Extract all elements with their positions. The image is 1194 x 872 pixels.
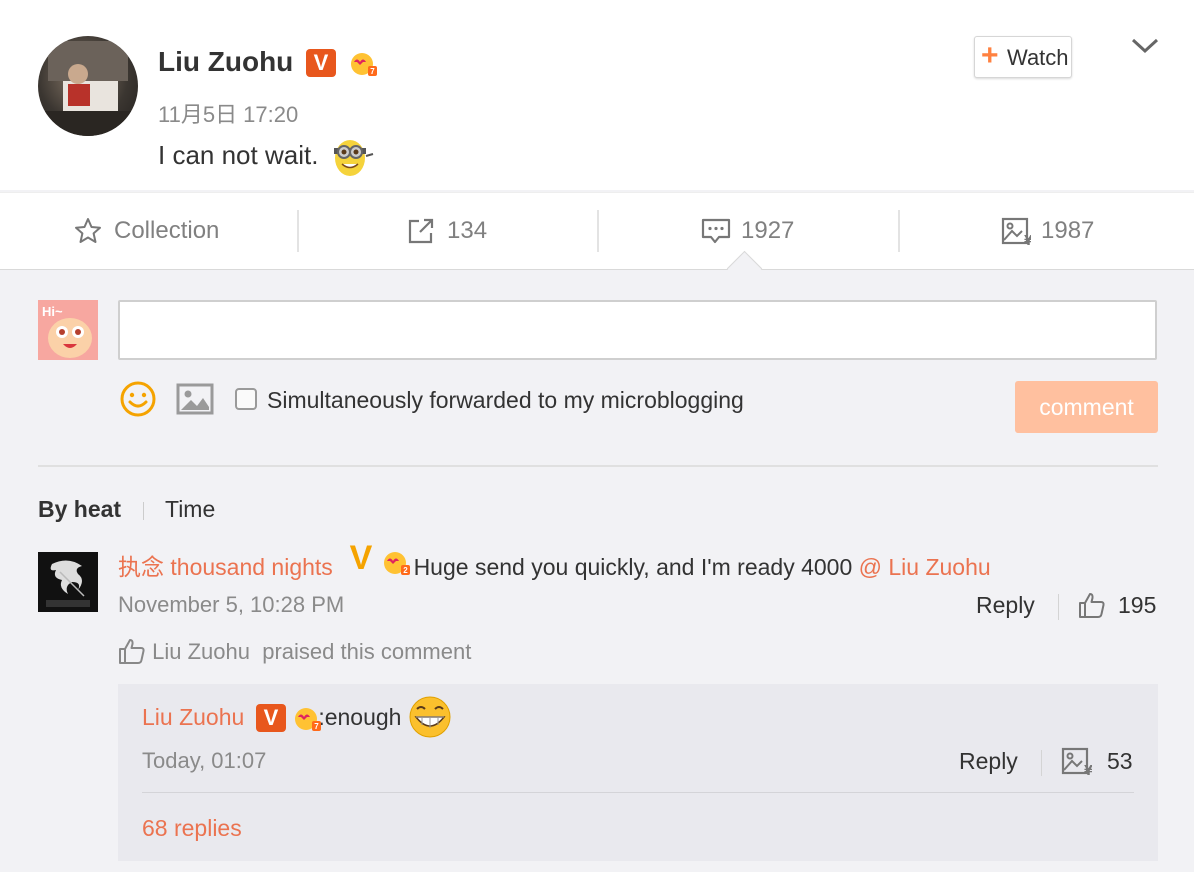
like-button[interactable]: ¥ 1987	[1001, 193, 1151, 269]
svg-text:7: 7	[314, 722, 319, 731]
like-icon[interactable]: ¥	[1060, 746, 1092, 776]
comment-submit-button[interactable]: comment	[1015, 381, 1158, 433]
verified-badge-icon: V	[306, 49, 336, 77]
like-count: 1987	[1041, 217, 1095, 244]
svg-text:Hi~: Hi~	[42, 304, 63, 319]
like-icon: ¥	[1001, 217, 1031, 246]
commenter-name[interactable]: 执念 thousand nights	[118, 554, 333, 580]
vip-crown-icon: 7	[295, 708, 321, 731]
praised-note: Liu Zuohu praised this comment	[118, 637, 471, 665]
divider	[142, 792, 1134, 793]
star-icon	[75, 218, 101, 243]
thumb-up-icon	[119, 639, 145, 664]
comment-input[interactable]	[118, 300, 1157, 360]
forward-button[interactable]: 134	[407, 193, 547, 269]
verified-badge-icon: V	[256, 704, 286, 732]
minion-emoji-icon	[334, 140, 374, 176]
thumb-up-icon[interactable]	[1078, 591, 1106, 619]
plus-icon: +	[981, 39, 999, 72]
separator	[1058, 594, 1059, 620]
separator	[597, 210, 599, 252]
image-icon[interactable]	[176, 383, 214, 415]
post-timestamp[interactable]: 11月5日 17:20	[158, 97, 298, 129]
svg-text:¥: ¥	[1084, 764, 1092, 776]
comment-icon	[701, 218, 731, 244]
comment-text: : Huge send you quickly, and I'm ready 4…	[400, 554, 859, 580]
divider	[38, 465, 1158, 467]
separator	[1041, 750, 1042, 776]
forward-checkbox[interactable]	[235, 388, 257, 410]
praiser-name[interactable]: Liu Zuohu	[152, 639, 250, 664]
share-icon	[408, 218, 434, 244]
reply-text: :enough	[318, 704, 402, 730]
grin-emoji-icon	[409, 696, 451, 738]
verified-badge-icon: V	[349, 539, 373, 577]
comment-timestamp: November 5, 10:28 PM	[118, 592, 345, 617]
comment-tab-button[interactable]: 1927	[701, 193, 851, 269]
reply-timestamp: Today, 01:07	[142, 748, 267, 773]
reply-like-count: 53	[1107, 748, 1133, 774]
svg-text:2: 2	[403, 566, 408, 575]
sort-by-heat[interactable]: By heat	[38, 496, 121, 523]
post-text: I can not wait.	[158, 140, 319, 170]
reply-author[interactable]: Liu Zuohu	[142, 704, 244, 730]
commenter-avatar[interactable]	[38, 552, 98, 612]
more-replies-link[interactable]: 68 replies	[142, 815, 242, 842]
svg-text:7: 7	[370, 67, 375, 76]
my-avatar[interactable]: Hi~	[38, 300, 98, 360]
separator	[898, 210, 900, 252]
collection-button[interactable]: Collection	[74, 193, 274, 269]
watch-label: Watch	[1007, 45, 1069, 70]
forward-label: Simultaneously forwarded to my microblog…	[267, 387, 744, 413]
action-bar: Collection 134 1927 ¥ 1987	[0, 192, 1194, 270]
reply-button[interactable]: Reply	[976, 592, 1035, 619]
vip-crown-icon: 2	[384, 552, 410, 575]
praised-text: praised this comment	[262, 639, 472, 664]
smile-icon[interactable]	[119, 380, 157, 418]
vip-crown-icon: 7	[351, 53, 377, 76]
chevron-down-icon[interactable]	[1130, 34, 1160, 58]
forward-count: 134	[447, 217, 488, 244]
reply-button[interactable]: Reply	[959, 748, 1018, 775]
author-name[interactable]: Liu Zuohu	[158, 46, 293, 78]
post-card: Liu Zuohu V 7 11月5日 17:20 I can not wait…	[0, 0, 1194, 190]
collection-label: Collection	[114, 217, 220, 244]
comment-like-count: 195	[1118, 592, 1157, 618]
separator	[143, 502, 144, 520]
reply-thread: Liu Zuohu:enough V 7 Today, 01:07 Reply …	[118, 684, 1158, 861]
mention-link[interactable]: @ Liu Zuohu	[859, 554, 991, 580]
sort-by-time[interactable]: Time	[165, 496, 215, 523]
author-avatar[interactable]	[38, 36, 138, 136]
watch-button[interactable]: + Watch	[974, 36, 1072, 78]
comment-line: 执念 thousand nights : Huge send you quickl…	[118, 548, 991, 582]
separator	[297, 210, 299, 252]
svg-text:¥: ¥	[1024, 234, 1031, 246]
